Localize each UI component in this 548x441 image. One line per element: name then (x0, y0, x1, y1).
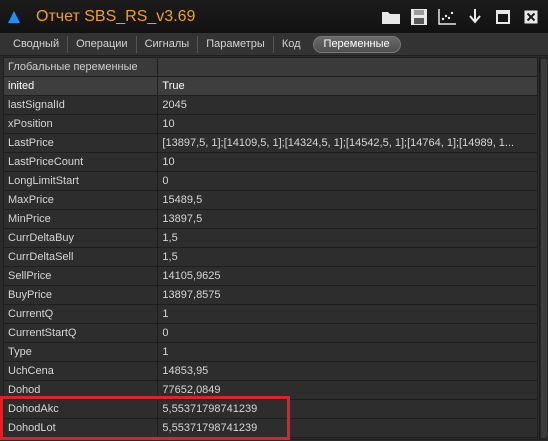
scrollbar-thumb[interactable] (541, 59, 547, 438)
folder-icon[interactable] (378, 4, 404, 30)
variable-name: MinPrice (4, 210, 159, 228)
variable-value: [13897,5, 1];[14109,5, 1];[14324,5, 1];[… (162, 137, 515, 149)
red-highlight-annotation (0, 396, 290, 440)
variable-name: MaxPrice (4, 191, 159, 209)
table-row[interactable]: MaxPrice 15489,5 (4, 191, 537, 210)
maximize-icon[interactable] (490, 4, 516, 30)
table-row[interactable]: xPosition 10 (4, 115, 537, 134)
table-row[interactable]: CurrDeltaSell 1,5 (4, 248, 537, 267)
tab-summary[interactable]: Сводный (5, 35, 69, 53)
variable-name: Type (4, 343, 159, 361)
variable-name: LastPriceCount (4, 153, 159, 171)
table-row[interactable]: inited True (4, 77, 537, 96)
variable-name: CurrDeltaBuy (4, 229, 159, 247)
variable-value: 1,5 (162, 251, 178, 263)
pin-icon[interactable] (462, 4, 488, 30)
table-row[interactable]: MinPrice 13897,5 (4, 210, 537, 229)
variable-value: 0 (162, 175, 169, 187)
variable-value: 10 (162, 156, 175, 168)
variable-name: CurrDeltaSell (4, 248, 159, 266)
tab-variables[interactable]: Переменные (312, 35, 401, 53)
variable-name: UchCena (4, 362, 159, 380)
variables-grid: Глобальные переменные inited True lastSig… (3, 57, 538, 440)
tab-operations[interactable]: Операции (68, 35, 137, 53)
tab-signals[interactable]: Сигналы (137, 35, 199, 53)
table-row[interactable]: UchCena 14853,95 (4, 362, 537, 381)
vertical-scrollbar[interactable] (539, 57, 548, 440)
variable-name: SellPrice (4, 267, 159, 285)
variable-value: 1,5 (162, 232, 178, 244)
variable-name: CurrentStartQ (4, 324, 159, 342)
table-row[interactable]: LongLimitStart 0 (4, 172, 537, 191)
variable-value: True (162, 80, 185, 92)
variable-name: inited (4, 77, 159, 95)
variable-value: 10 (162, 118, 175, 130)
table-row[interactable]: CurrentQ 1 (4, 305, 537, 324)
variable-value: 0 (162, 327, 169, 339)
window-title: Отчет SBS_RS_v3.69 (36, 7, 196, 25)
variable-name: xPosition (4, 115, 159, 133)
variable-name: CurrentQ (4, 305, 159, 323)
close-icon[interactable] (518, 4, 544, 30)
table-row[interactable]: Type 1 (4, 343, 537, 362)
app-logo-icon (0, 0, 28, 33)
table-row[interactable]: SellPrice 14105,9625 (4, 267, 537, 286)
variable-value: 13897,8575 (162, 289, 221, 301)
group-header-row[interactable]: Глобальные переменные (4, 58, 537, 77)
group-header-label: Глобальные переменные (4, 58, 159, 76)
variable-value: 15489,5 (162, 194, 203, 206)
tab-bar: Сводный Операции Сигналы Параметры Код П… (0, 33, 548, 56)
variable-name: LongLimitStart (4, 172, 159, 190)
table-row[interactable]: LastPrice [13897,5, 1];[14109,5, 1];[1432… (4, 134, 537, 153)
variable-name: BuyPrice (4, 286, 159, 304)
title-bar: Отчет SBS_RS_v3.69 (0, 0, 548, 33)
table-row[interactable]: CurrDeltaBuy 1,5 (4, 229, 537, 248)
variable-value: 1 (162, 308, 169, 320)
variable-name: lastSignalId (4, 96, 159, 114)
tab-code[interactable]: Код (274, 36, 309, 53)
variable-value: 14853,95 (162, 365, 209, 377)
chart-icon[interactable] (434, 4, 460, 30)
table-row[interactable]: LastPriceCount 10 (4, 153, 537, 172)
variable-value: 1 (162, 346, 169, 358)
table-row[interactable]: CurrentStartQ 0 (4, 324, 537, 343)
window-actions (376, 0, 544, 33)
table-row[interactable]: BuyPrice 13897,8575 (4, 286, 537, 305)
save-icon[interactable] (406, 4, 432, 30)
variable-value: 2045 (162, 99, 187, 111)
variable-value: 13897,5 (162, 213, 203, 225)
variable-value: 14105,9625 (162, 270, 221, 282)
variable-name: LastPrice (4, 134, 159, 152)
tab-parameters[interactable]: Параметры (198, 35, 274, 53)
group-header-value (158, 58, 537, 76)
table-row[interactable]: lastSignalId 2045 (4, 96, 537, 115)
